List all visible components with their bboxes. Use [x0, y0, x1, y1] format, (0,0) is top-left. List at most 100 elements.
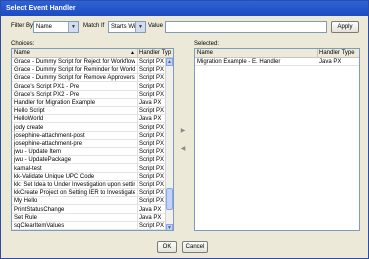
- row-name: My Hello: [14, 198, 38, 205]
- row-name: jwu - Update Item: [14, 149, 62, 156]
- row-name: kkCreate Project on Setting IER to Inves…: [14, 190, 135, 197]
- row-handler-type: Script PX: [139, 223, 165, 229]
- scroll-down-icon[interactable]: ▼: [166, 224, 173, 230]
- col-name-header[interactable]: Name: [197, 50, 213, 56]
- row-handler-type: Script PX: [139, 67, 165, 74]
- table-row[interactable]: kk-Validate Unique UPC Code Script PX: [12, 173, 173, 181]
- value-input[interactable]: [165, 21, 327, 33]
- row-handler-type: Script PX: [139, 132, 165, 139]
- row-name: kamal-test: [14, 165, 42, 172]
- row-name: Hello Script: [14, 108, 45, 115]
- col-type-header[interactable]: Handler Typ: [139, 50, 171, 56]
- row-name: Grace - Dummy Script for Remove Approver…: [14, 75, 135, 82]
- cancel-button[interactable]: Cancel: [182, 241, 208, 253]
- filter-bar: Filter By Name ▼ Match If Starts With ▼ …: [11, 21, 361, 33]
- row-handler-type: Script PX: [139, 83, 165, 90]
- choices-label: Choices:: [11, 41, 35, 47]
- chevron-down-icon: ▼: [135, 22, 145, 32]
- value-label: Value: [148, 23, 163, 29]
- row-handler-type: Script PX: [139, 157, 165, 164]
- filter-by-value: Name: [36, 24, 53, 30]
- table-row[interactable]: Grace - Dummy Script for Remove Approver…: [12, 74, 173, 83]
- row-handler-type: Script PX: [139, 182, 165, 188]
- match-if-label: Match If: [83, 23, 105, 29]
- row-name: josephine-attachment-pre: [14, 141, 83, 147]
- selected-list[interactable]: Name Handler Type Migration Example - E.…: [194, 48, 360, 231]
- arrow-right-icon[interactable]: ▶: [178, 126, 188, 136]
- row-name: sqClearItemValues: [14, 223, 65, 229]
- row-name: Handler for Migration Example: [14, 100, 96, 106]
- table-row[interactable]: My Hello Script PX: [12, 197, 173, 206]
- table-row[interactable]: HelloWorld Java PX: [12, 115, 173, 124]
- row-handler-type: Script PX: [139, 141, 165, 147]
- arrow-left-icon[interactable]: ◀: [178, 144, 188, 154]
- filter-by-label: Filter By: [11, 23, 34, 29]
- table-row[interactable]: josephine-attachment-pre Script PX: [12, 140, 173, 148]
- table-row[interactable]: kamal-test Script PX: [12, 165, 173, 173]
- sort-up-icon: ▲: [130, 50, 135, 56]
- row-name: jody create: [14, 124, 44, 131]
- row-handler-type: Script PX: [139, 91, 165, 98]
- match-if-select[interactable]: Starts With ▼: [108, 21, 146, 33]
- filter-by-select[interactable]: Name ▼: [33, 21, 79, 33]
- row-handler-type: Script PX: [139, 198, 165, 205]
- row-handler-type: Java PX: [319, 59, 342, 65]
- row-name: josephine-attachment-post: [14, 132, 85, 139]
- table-row[interactable]: sqClearItemValues Script PX: [12, 222, 173, 230]
- col-name-header[interactable]: Name: [14, 50, 30, 56]
- row-handler-type: Script PX: [139, 108, 165, 115]
- table-row[interactable]: Migration Example - E. Handler Java PX: [195, 58, 359, 66]
- table-row[interactable]: PrintStatusChange Java PX: [12, 206, 173, 214]
- choices-scrollbar[interactable]: ▲ ▼: [165, 58, 173, 230]
- table-row[interactable]: kkCreate Project on Setting IER to Inves…: [12, 189, 173, 198]
- table-row[interactable]: josephine-attachment-post Script PX: [12, 132, 173, 140]
- dialog-title: Select Event Handler: [6, 5, 76, 12]
- row-handler-type: Script PX: [139, 59, 165, 65]
- row-name: HelloWorld: [14, 116, 44, 123]
- row-name: kk-Validate Unique UPC Code: [14, 173, 95, 180]
- dialog-window: Select Event Handler Filter By Name ▼ Ma…: [0, 0, 369, 259]
- row-handler-type: Script PX: [139, 173, 165, 180]
- scroll-thumb[interactable]: [166, 188, 173, 210]
- row-handler-type: Java PX: [139, 100, 162, 106]
- table-row[interactable]: kk: Set Idea to Under Investigation upon…: [12, 181, 173, 189]
- row-handler-type: Script PX: [139, 75, 165, 82]
- table-row[interactable]: Set Rule Java PX: [12, 214, 173, 222]
- row-handler-type: Java PX: [139, 206, 162, 213]
- row-name: jwu - UpdatePackage: [14, 157, 72, 164]
- apply-button[interactable]: Apply: [331, 21, 359, 33]
- col-type-header[interactable]: Handler Type: [319, 50, 355, 56]
- table-row[interactable]: Grace - Dummy Script for Reminder for Wo…: [12, 66, 173, 75]
- table-row[interactable]: Grace's Script PX2 - Pre Script PX: [12, 91, 173, 99]
- table-row[interactable]: Grace's Script PX1 - Pre Script PX: [12, 83, 173, 91]
- table-row[interactable]: Handler for Migration Example Java PX: [12, 99, 173, 107]
- table-row[interactable]: Hello Script Script PX: [12, 107, 173, 116]
- column-divider: [317, 49, 318, 58]
- row-handler-type: Java PX: [139, 116, 162, 123]
- title-bar: Select Event Handler: [1, 1, 368, 16]
- row-name: kk: Set Idea to Under Investigation upon…: [14, 182, 135, 188]
- row-handler-type: Script PX: [139, 149, 165, 156]
- table-row[interactable]: Grace - Dummy Script for Reject for Work…: [12, 58, 173, 66]
- ok-button[interactable]: OK: [157, 241, 177, 253]
- choices-list[interactable]: Name ▲ Handler Typ Grace - Dummy Script …: [11, 48, 174, 231]
- table-row[interactable]: jwu - UpdatePackage Script PX: [12, 156, 173, 165]
- row-name: Grace's Script PX2 - Pre: [14, 91, 80, 98]
- choices-header: Name ▲ Handler Typ: [12, 49, 173, 58]
- row-handler-type: Script PX: [139, 165, 165, 172]
- row-name: Grace's Script PX1 - Pre: [14, 83, 80, 90]
- row-handler-type: Java PX: [139, 214, 162, 221]
- chevron-down-icon: ▼: [68, 22, 78, 32]
- row-name: Migration Example - E. Handler: [197, 59, 281, 65]
- row-name: PrintStatusChange: [14, 206, 65, 213]
- selected-label: Selected:: [194, 41, 220, 47]
- scroll-up-icon[interactable]: ▲: [166, 58, 173, 66]
- table-row[interactable]: jody create Script PX: [12, 124, 173, 132]
- selected-header: Name Handler Type: [195, 49, 359, 58]
- table-row[interactable]: jwu - Update Item Script PX: [12, 148, 173, 157]
- row-name: Grace - Dummy Script for Reject for Work…: [14, 59, 135, 65]
- row-name: Grace - Dummy Script for Reminder for Wo…: [14, 67, 135, 74]
- row-handler-type: Script PX: [139, 124, 165, 131]
- row-name: Set Rule: [14, 214, 38, 221]
- row-handler-type: Script PX: [139, 190, 165, 197]
